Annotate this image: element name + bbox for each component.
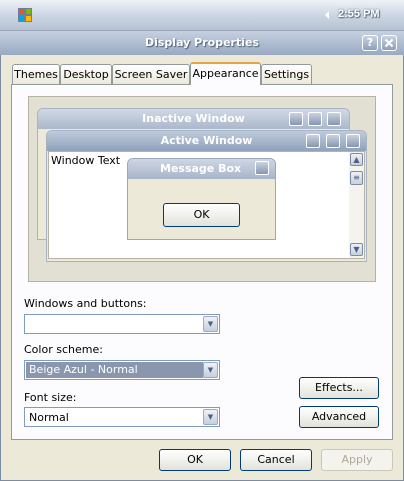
message-box-ok-button: OK	[163, 203, 240, 227]
scroll-down-icon: ▼	[350, 243, 363, 256]
minimize-icon	[306, 134, 320, 148]
maximize-icon	[308, 112, 322, 126]
clock: 2:55 PM	[338, 8, 380, 20]
window-title: Display Properties	[144, 36, 260, 49]
chevron-down-icon[interactable]: ▼	[203, 409, 218, 425]
help-button[interactable]: ?	[362, 35, 378, 51]
ok-button[interactable]: OK	[159, 449, 231, 471]
message-box-title: Message Box	[128, 159, 275, 179]
effects-button[interactable]: Effects...	[299, 377, 379, 399]
tab-desktop[interactable]: Desktop	[60, 64, 112, 84]
start-logo-icon[interactable]	[18, 8, 32, 22]
font-size-select[interactable]: Normal ▼	[24, 407, 220, 427]
window-text-sample: Window Text	[51, 154, 121, 167]
maximize-icon	[326, 134, 340, 148]
close-icon	[346, 134, 360, 148]
font-size-label: Font size:	[24, 391, 77, 404]
close-icon	[384, 38, 394, 48]
color-scheme-label: Color scheme:	[24, 343, 103, 356]
preview-message-box: Message Box	[127, 158, 276, 240]
chevron-down-icon[interactable]: ▼	[203, 316, 218, 332]
tab-settings[interactable]: Settings	[261, 64, 312, 84]
scroll-up-icon: ▲	[350, 153, 363, 166]
apply-button[interactable]: Apply	[321, 449, 393, 471]
tab-themes[interactable]: Themes	[12, 64, 60, 84]
close-button[interactable]	[381, 35, 397, 51]
scroll-thumb: ≡	[350, 171, 363, 185]
windows-buttons-select[interactable]: ▼	[24, 314, 220, 334]
tray-expand-icon[interactable]	[323, 10, 331, 20]
cancel-button[interactable]: Cancel	[240, 449, 312, 471]
close-icon	[255, 161, 269, 175]
advanced-button[interactable]: Advanced	[299, 406, 379, 428]
color-scheme-select[interactable]: Beige Azul - Normal ▼	[24, 360, 220, 380]
tab-appearance[interactable]: Appearance	[190, 62, 261, 85]
tab-screen-saver[interactable]: Screen Saver	[112, 64, 190, 84]
font-size-value: Normal	[29, 411, 69, 424]
color-scheme-value: Beige Azul - Normal	[26, 362, 203, 378]
windows-buttons-label: Windows and buttons:	[24, 297, 147, 310]
close-icon	[327, 112, 341, 126]
chevron-down-icon[interactable]: ▼	[203, 362, 218, 378]
minimize-icon	[289, 112, 303, 126]
